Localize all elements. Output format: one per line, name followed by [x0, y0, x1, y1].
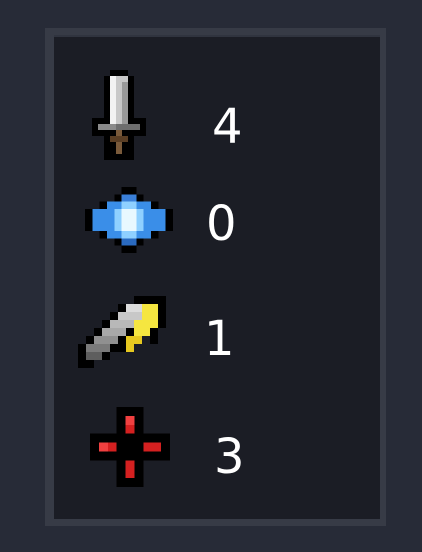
stats-panel: 4 0 1 3 — [54, 35, 380, 519]
red-cross-icon — [90, 407, 170, 487]
stat-row-shield: 0 — [54, 177, 380, 277]
stat-row-critical: 1 — [54, 287, 380, 387]
accuracy-value: 3 — [214, 429, 245, 485]
stats-panel-frame: 4 0 1 3 — [45, 28, 386, 526]
sword-icon — [92, 70, 146, 160]
stat-row-attack: 4 — [54, 69, 380, 169]
stat-row-accuracy: 3 — [54, 407, 380, 507]
lightning-blade-icon — [78, 296, 166, 368]
critical-value: 1 — [204, 311, 235, 367]
attack-value: 4 — [212, 99, 243, 155]
crystal-icon — [85, 187, 173, 253]
shield-value: 0 — [206, 196, 237, 252]
